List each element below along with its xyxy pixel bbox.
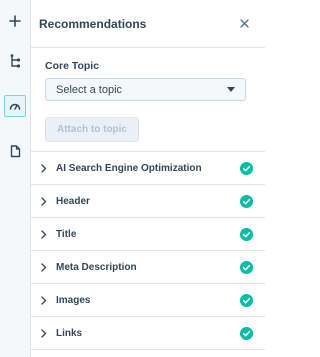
- panel-title: Recommendations: [39, 16, 147, 31]
- core-topic-label: Core Topic: [45, 60, 100, 72]
- section-label: Title: [56, 228, 77, 240]
- chevron-right-icon: [39, 229, 49, 239]
- check-circle-icon: [240, 194, 253, 208]
- section-label: AI Search Engine Optimization: [56, 162, 202, 174]
- chevron-right-icon: [39, 328, 49, 338]
- section-row-title[interactable]: Title: [31, 217, 265, 250]
- chevron-right-icon: [39, 196, 49, 206]
- branch-icon[interactable]: [4, 50, 26, 72]
- topic-select-value: Select a topic: [56, 83, 123, 96]
- check-circle-icon: [240, 293, 253, 307]
- section-row-links[interactable]: Links: [31, 316, 265, 349]
- add-icon[interactable]: [4, 10, 26, 32]
- panel-header: Recommendations: [31, 0, 265, 48]
- icon-rail: [0, 0, 31, 357]
- check-circle-icon: [240, 227, 253, 241]
- section-row-ai-seo[interactable]: AI Search Engine Optimization: [31, 151, 265, 184]
- gauge-icon[interactable]: [4, 95, 26, 117]
- chevron-right-icon: [39, 295, 49, 305]
- check-circle-icon: [240, 326, 253, 340]
- section-label: Header: [56, 195, 90, 207]
- attach-to-topic-button[interactable]: Attach to topic: [45, 117, 139, 142]
- section-row-header[interactable]: Header: [31, 184, 265, 217]
- core-topic-section: Core Topic Select a topic Attach to topi…: [31, 48, 265, 142]
- recommendation-sections: AI Search Engine Optimization Header Tit…: [31, 151, 265, 357]
- section-row-meta-description[interactable]: Meta Description: [31, 250, 265, 283]
- section-row-images[interactable]: Images: [31, 283, 265, 316]
- section-label: Meta Description: [56, 261, 137, 273]
- recommendations-panel: Recommendations Core Topic Select a topi…: [31, 0, 265, 357]
- chevron-right-icon: [39, 163, 49, 173]
- topic-select[interactable]: Select a topic: [45, 78, 246, 101]
- document-icon[interactable]: [4, 140, 26, 162]
- check-circle-icon: [240, 260, 253, 274]
- section-label: Links: [56, 327, 83, 339]
- caret-down-icon: [227, 87, 235, 92]
- close-icon[interactable]: [237, 17, 251, 31]
- check-circle-icon: [240, 161, 253, 175]
- section-label: Images: [56, 294, 91, 306]
- chevron-right-icon: [39, 262, 49, 272]
- section-list-end: [31, 349, 265, 357]
